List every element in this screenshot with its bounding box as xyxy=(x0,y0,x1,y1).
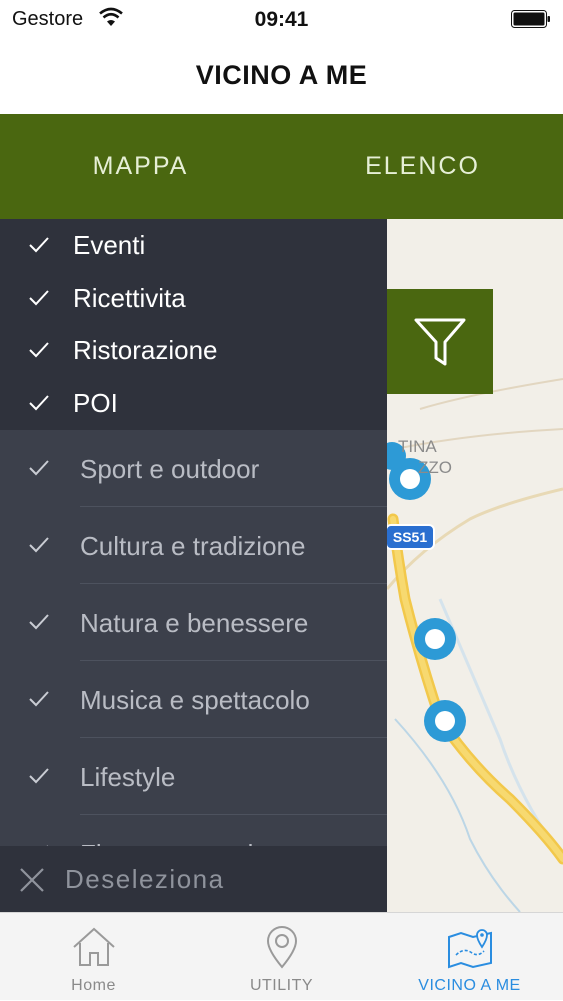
tab-label: VICINO A ME xyxy=(418,977,521,994)
subcategory-item[interactable]: Musica e spettacolo xyxy=(0,661,387,738)
subcategory-label: Sport e outdoor xyxy=(80,454,260,484)
subcategory-label: Musica e spettacolo xyxy=(80,685,310,715)
checkmark-icon xyxy=(29,768,49,784)
category-label: POI xyxy=(73,388,118,418)
subcategory-label: Cultura e tradizione xyxy=(80,531,306,561)
checkmark-icon xyxy=(29,290,49,306)
tab-bar: Home UTILITY VICINO A ME xyxy=(0,912,563,1000)
subcategory-list: Sport e outdoor Cultura e tradizione Nat… xyxy=(0,430,387,912)
deselect-button[interactable]: Deseleziona xyxy=(0,846,387,912)
category-item[interactable]: Ricettivita xyxy=(0,274,387,326)
subcategory-item[interactable]: Cultura e tradizione xyxy=(0,507,387,584)
checkmark-icon xyxy=(29,691,49,707)
view-switcher: MAPPA ELENCO xyxy=(0,114,563,219)
clock: 09:41 xyxy=(254,8,309,31)
map-pin[interactable] xyxy=(424,700,466,742)
nav-bar: VICINO A ME xyxy=(0,40,563,114)
tab-home[interactable]: Home xyxy=(0,913,187,1001)
home-icon xyxy=(72,927,115,966)
category-item[interactable]: POI xyxy=(0,379,387,431)
tab-label: Home xyxy=(71,977,116,994)
tab-elenco[interactable]: ELENCO xyxy=(282,114,563,219)
subcategory-label: Lifestyle xyxy=(80,762,176,792)
subcategory-label: Natura e benessere xyxy=(80,608,309,638)
map-pin[interactable] xyxy=(414,618,456,660)
category-label: Ricettivita xyxy=(73,283,186,313)
tab-label: UTILITY xyxy=(249,977,314,994)
checkmark-icon xyxy=(29,460,49,476)
category-item[interactable]: Eventi xyxy=(0,221,387,273)
checkmark-icon xyxy=(29,395,49,411)
checkmark-icon xyxy=(29,614,49,630)
status-bar: Gestore 09:41 xyxy=(0,0,563,40)
category-item[interactable]: Ristorazione xyxy=(0,326,387,378)
tab-mappa[interactable]: MAPPA xyxy=(0,114,281,219)
road-label: SS51 xyxy=(393,529,427,545)
location-pin-icon xyxy=(266,926,297,969)
tab-vicino-a-me[interactable]: VICINO A ME xyxy=(376,913,563,1001)
category-label: Eventi xyxy=(73,230,146,260)
checkmark-icon xyxy=(29,237,49,253)
subcategory-item[interactable]: Sport e outdoor xyxy=(0,430,387,507)
battery-icon xyxy=(511,10,550,28)
checkmark-icon xyxy=(29,537,49,553)
checkmark-icon xyxy=(29,342,49,358)
place-label: ZZO xyxy=(418,458,452,477)
filter-panel: Eventi Ricettivita Ristorazione POI Spor… xyxy=(0,219,387,912)
page-title: VICINO A ME xyxy=(195,60,368,90)
subcategory-item[interactable]: Natura e benessere xyxy=(0,584,387,661)
tab-utility[interactable]: UTILITY xyxy=(188,913,375,1001)
place-label: TINA xyxy=(398,437,437,456)
category-list: Eventi Ricettivita Ristorazione POI xyxy=(0,219,387,430)
map-icon xyxy=(447,929,492,969)
filter-button[interactable] xyxy=(387,289,493,394)
close-icon xyxy=(20,868,44,892)
filter-icon xyxy=(414,318,466,365)
deselect-label: Deseleziona xyxy=(65,864,225,894)
category-label: Ristorazione xyxy=(73,335,218,365)
subcategory-item[interactable]: Lifestyle xyxy=(0,738,387,815)
